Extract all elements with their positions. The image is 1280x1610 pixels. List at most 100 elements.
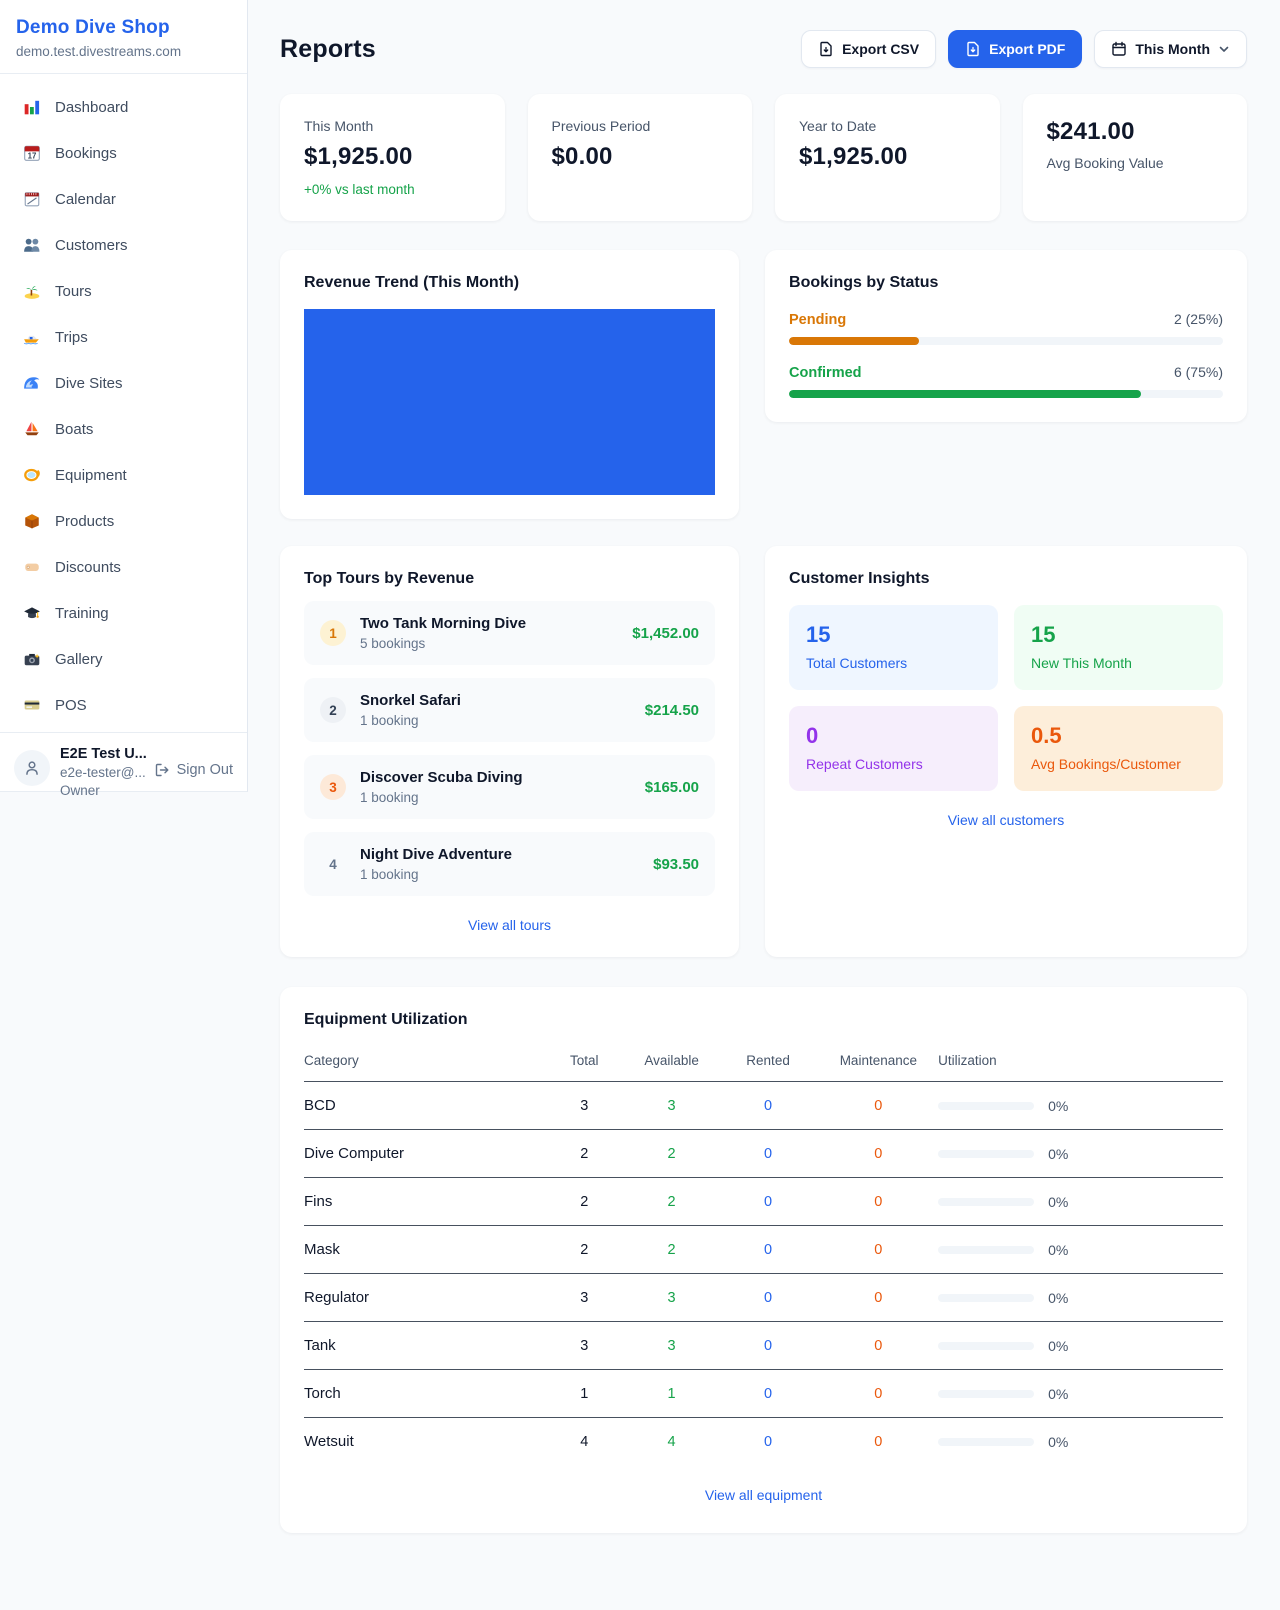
cell-rented: 0 [718, 1274, 819, 1322]
export-pdf-label: Export PDF [989, 41, 1065, 57]
table-header-row: Category Total Available Rented Maintena… [304, 1043, 1223, 1082]
status-row-confirmed: Confirmed 6 (75%) [789, 364, 1223, 398]
tile-repeat-customers: 0 Repeat Customers [789, 706, 998, 791]
cell-rented: 0 [718, 1178, 819, 1226]
utilization-value: 0% [1048, 1386, 1068, 1402]
export-pdf-button[interactable]: Export PDF [948, 30, 1082, 68]
sidebar-item-equipment[interactable]: Equipment [12, 456, 235, 494]
customer-insights-card: Customer Insights 15 Total Customers 15 … [765, 546, 1247, 957]
stat-label: Avg Booking Value [1047, 155, 1224, 171]
cell-available: 2 [626, 1226, 718, 1274]
sidebar-item-trips[interactable]: Trips [12, 318, 235, 356]
sidebar-item-tours[interactable]: Tours [12, 272, 235, 310]
page-header: Reports Export CSV Export PDF This Month [280, 30, 1247, 68]
export-csv-label: Export CSV [842, 41, 919, 57]
stat-label: Previous Period [552, 118, 729, 134]
sidebar-item-label: POS [55, 698, 87, 713]
utilization-bar [938, 1294, 1034, 1302]
cell-available: 4 [626, 1418, 718, 1466]
cell-total: 3 [543, 1082, 626, 1130]
sign-out-button[interactable]: Sign Out [154, 762, 233, 778]
cell-available: 3 [626, 1274, 718, 1322]
sidebar-item-training[interactable]: Training [12, 594, 235, 632]
sidebar-item-discounts[interactable]: Discounts [12, 548, 235, 586]
stat-value: $241.00 [1047, 118, 1224, 146]
view-all-tours-link[interactable]: View all tours [304, 917, 715, 933]
col-utilization: Utilization [938, 1043, 1223, 1082]
rank-badge: 4 [320, 851, 346, 877]
table-row: Mask 2 2 0 0 0% [304, 1226, 1223, 1274]
sidebar-item-calendar[interactable]: Calendar [12, 180, 235, 218]
cell-maintenance: 0 [819, 1130, 938, 1178]
sidebar-item-customers[interactable]: Customers [12, 226, 235, 264]
utilization-value: 0% [1048, 1338, 1068, 1354]
page-title: Reports [280, 35, 376, 64]
cell-available: 2 [626, 1130, 718, 1178]
revenue-trend-chart [304, 309, 715, 495]
sidebar-item-label: Training [55, 606, 109, 621]
utilization-bar [938, 1198, 1034, 1206]
cell-total: 3 [543, 1274, 626, 1322]
sidebar-item-label: Trips [55, 330, 88, 345]
cell-total: 2 [543, 1226, 626, 1274]
status-bar-track [789, 337, 1223, 345]
cell-category: Torch [304, 1370, 543, 1418]
user-name: E2E Test U... [60, 746, 144, 762]
revenue-trend-card: Revenue Trend (This Month) [280, 250, 739, 519]
tour-amount: $93.50 [653, 856, 699, 873]
sidebar-item-bookings[interactable]: 17 Bookings [12, 134, 235, 172]
tile-total-customers: 15 Total Customers [789, 605, 998, 690]
sidebar-item-gallery[interactable]: Gallery [12, 640, 235, 678]
sidebar-item-dashboard[interactable]: Dashboard [12, 88, 235, 126]
sailboat-icon [22, 419, 42, 439]
tour-amount: $214.50 [645, 702, 699, 719]
user-email: e2e-tester@... [60, 765, 144, 780]
revenue-trend-title: Revenue Trend (This Month) [304, 274, 715, 292]
col-total: Total [543, 1043, 626, 1082]
sidebar-item-pos[interactable]: POS [12, 686, 235, 724]
row-revenue-status: Revenue Trend (This Month) Bookings by S… [280, 250, 1247, 519]
package-icon [22, 511, 42, 531]
cell-category: Regulator [304, 1274, 543, 1322]
bar-chart-icon [22, 97, 42, 117]
export-csv-button[interactable]: Export CSV [801, 30, 936, 68]
stat-label: Year to Date [799, 118, 976, 134]
cell-available: 2 [626, 1178, 718, 1226]
tile-label: Repeat Customers [806, 756, 981, 772]
dive-mask-icon [22, 465, 42, 485]
tile-new-this-month: 15 New This Month [1014, 605, 1223, 690]
status-row-pending: Pending 2 (25%) [789, 311, 1223, 345]
file-download-icon [818, 41, 834, 57]
rank-badge: 1 [320, 620, 346, 646]
sidebar: Demo Dive Shop demo.test.divestreams.com… [0, 0, 248, 792]
tile-label: New This Month [1031, 655, 1206, 671]
cell-maintenance: 0 [819, 1178, 938, 1226]
sidebar-item-dive-sites[interactable]: Dive Sites [12, 364, 235, 402]
status-bar-fill [789, 337, 919, 345]
tile-avg-bookings-customer: 0.5 Avg Bookings/Customer [1014, 706, 1223, 791]
tile-label: Avg Bookings/Customer [1031, 756, 1206, 772]
equipment-utilization-title: Equipment Utilization [304, 1011, 1223, 1029]
view-all-equipment-link[interactable]: View all equipment [304, 1487, 1223, 1503]
camera-icon [22, 649, 42, 669]
status-label: Pending [789, 312, 846, 328]
table-row: Torch 1 1 0 0 0% [304, 1370, 1223, 1418]
sidebar-item-boats[interactable]: Boats [12, 410, 235, 448]
stat-card-this-month: This Month $1,925.00 +0% vs last month [280, 94, 505, 221]
status-bar-track [789, 390, 1223, 398]
utilization-value: 0% [1048, 1434, 1068, 1450]
user-info: E2E Test U... e2e-tester@... Owner [60, 746, 144, 798]
sidebar-nav: Dashboard 17 Bookings Calendar Customers… [0, 74, 247, 732]
row-tours-insights: Top Tours by Revenue 1 Two Tank Morning … [280, 546, 1247, 957]
sidebar-item-label: Products [55, 514, 114, 529]
sidebar-item-products[interactable]: Products [12, 502, 235, 540]
calendar-17-icon: 17 [22, 143, 42, 163]
tour-bookings: 1 booking [360, 790, 523, 805]
period-dropdown[interactable]: This Month [1094, 30, 1247, 68]
view-all-customers-link[interactable]: View all customers [789, 812, 1223, 828]
sidebar-item-label: Gallery [55, 652, 103, 667]
header-actions: Export CSV Export PDF This Month [801, 30, 1247, 68]
status-count: 6 (75%) [1174, 364, 1223, 380]
customer-insights-title: Customer Insights [789, 570, 1223, 588]
sidebar-item-label: Equipment [55, 468, 127, 483]
